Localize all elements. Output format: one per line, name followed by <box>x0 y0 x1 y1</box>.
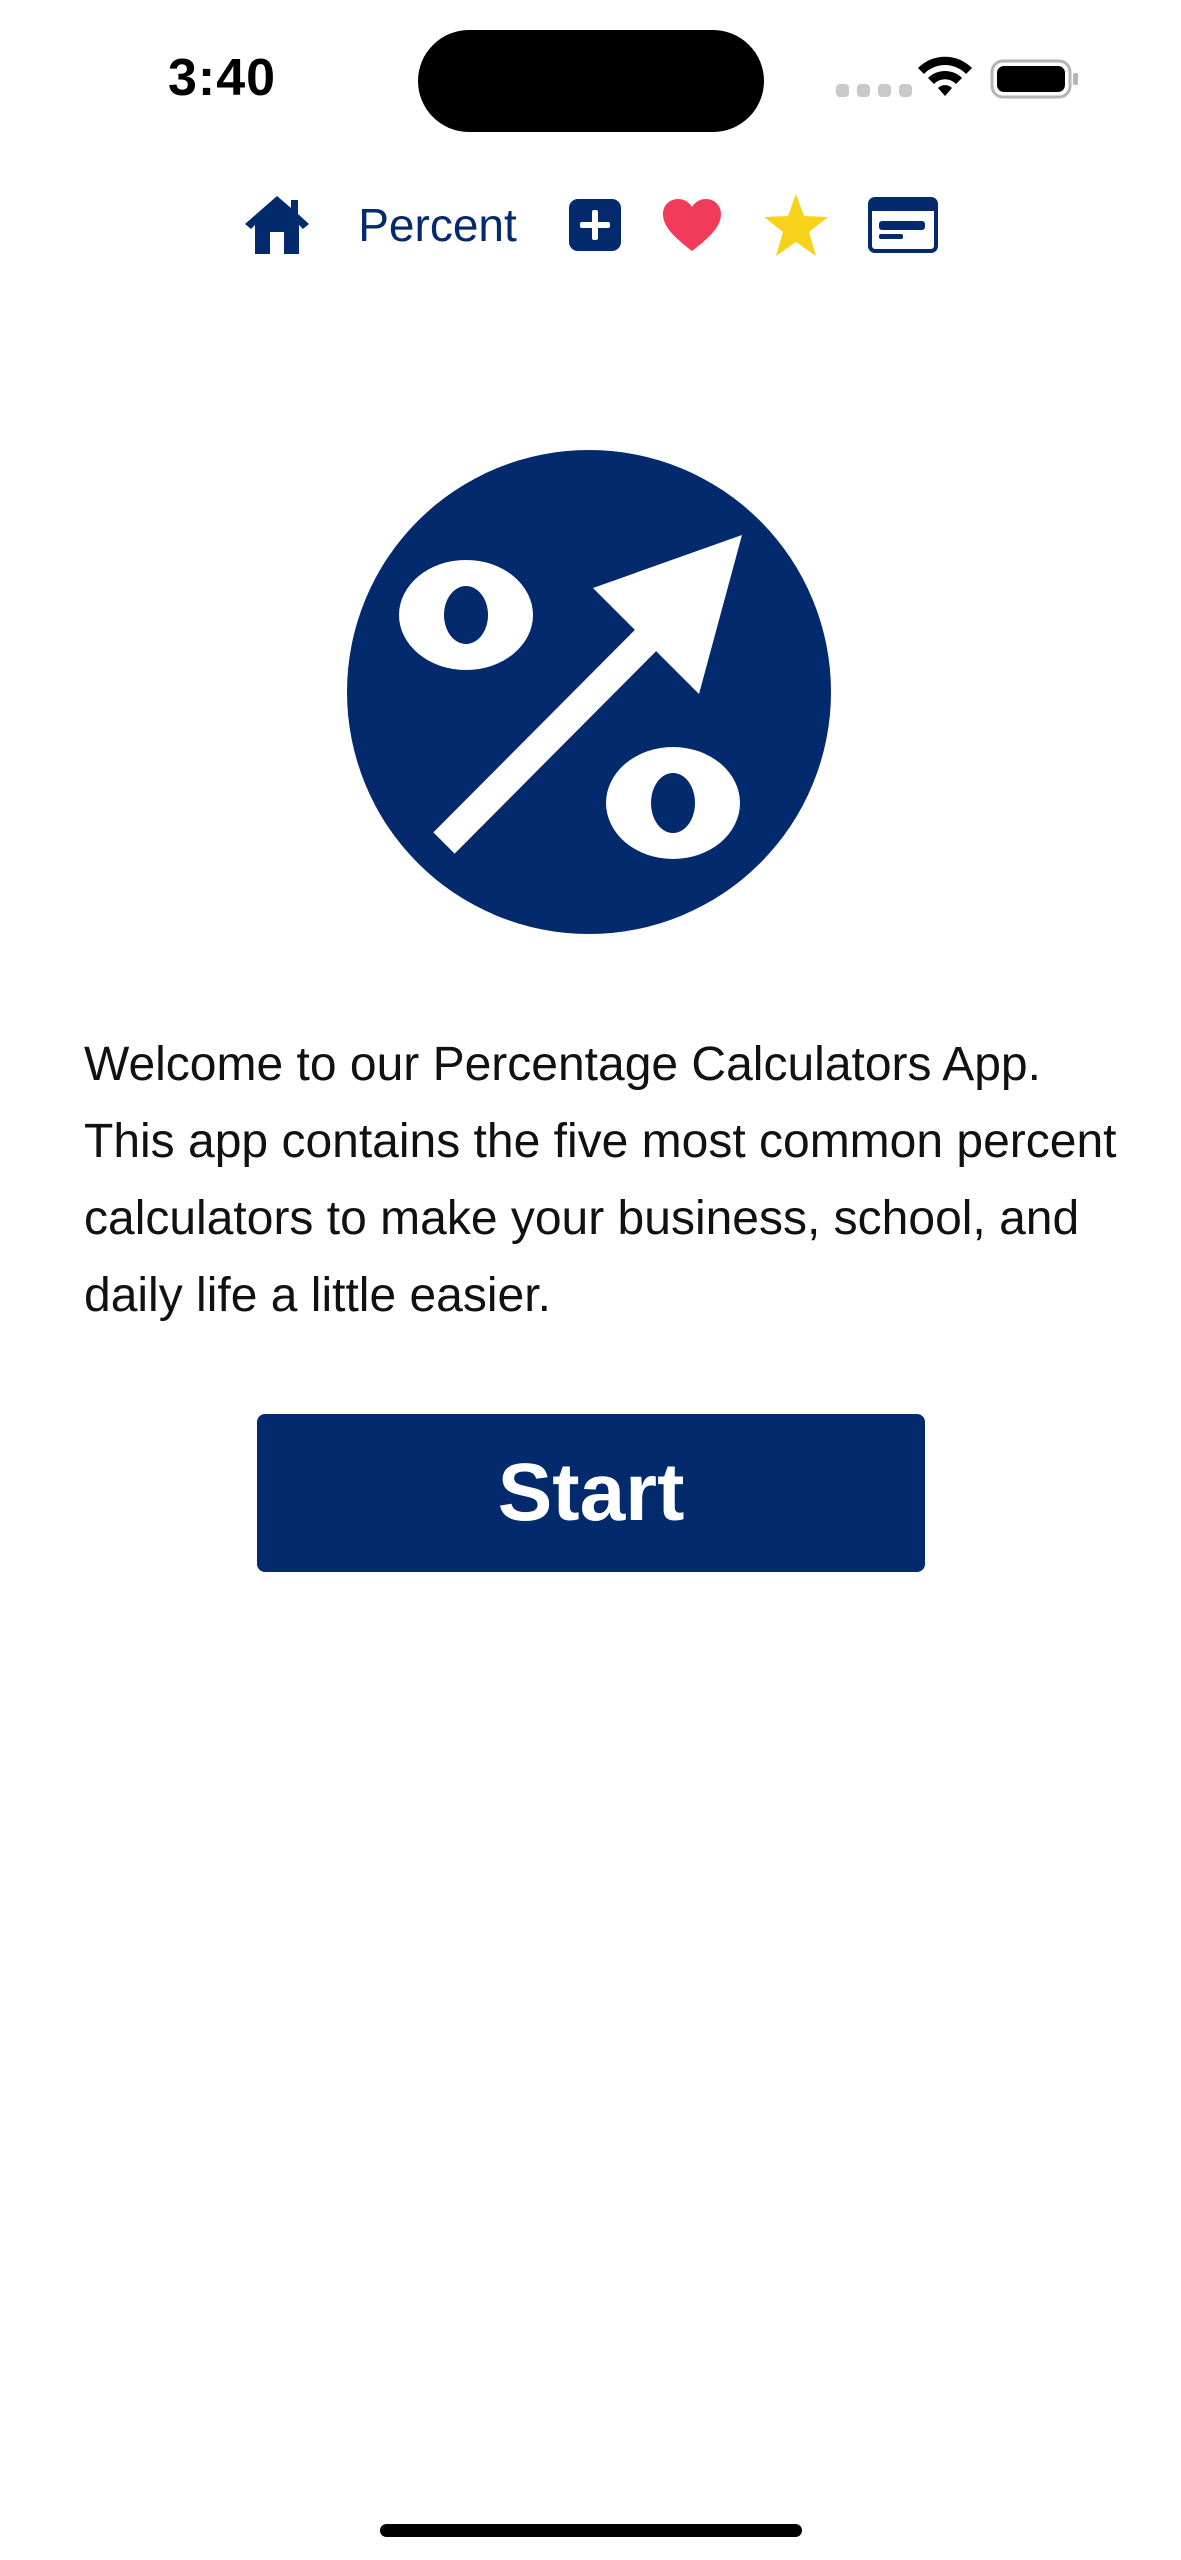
start-button[interactable]: Start <box>257 1414 925 1572</box>
nav-title: Percent <box>358 199 517 251</box>
add-button[interactable] <box>562 180 628 270</box>
plus-square-icon <box>569 199 621 251</box>
status-time: 3:40 <box>168 49 277 107</box>
battery-icon <box>990 59 1078 99</box>
star-icon <box>764 194 828 256</box>
home-indicator[interactable] <box>380 2524 802 2537</box>
heart-icon <box>663 199 721 251</box>
welcome-text: Welcome to our Percentage Calculators Ap… <box>84 1038 1117 1322</box>
home-button[interactable] <box>236 180 318 270</box>
dynamic-island <box>418 30 764 132</box>
favorites-button[interactable] <box>656 180 728 270</box>
cellular-signal-icon <box>836 84 912 97</box>
card-button[interactable] <box>864 180 942 270</box>
wifi-icon <box>918 56 972 96</box>
home-icon <box>245 196 309 254</box>
card-icon <box>868 197 938 253</box>
navigation-bar: Percent <box>0 180 1181 270</box>
rate-button[interactable] <box>758 180 834 270</box>
app-logo <box>347 450 831 934</box>
